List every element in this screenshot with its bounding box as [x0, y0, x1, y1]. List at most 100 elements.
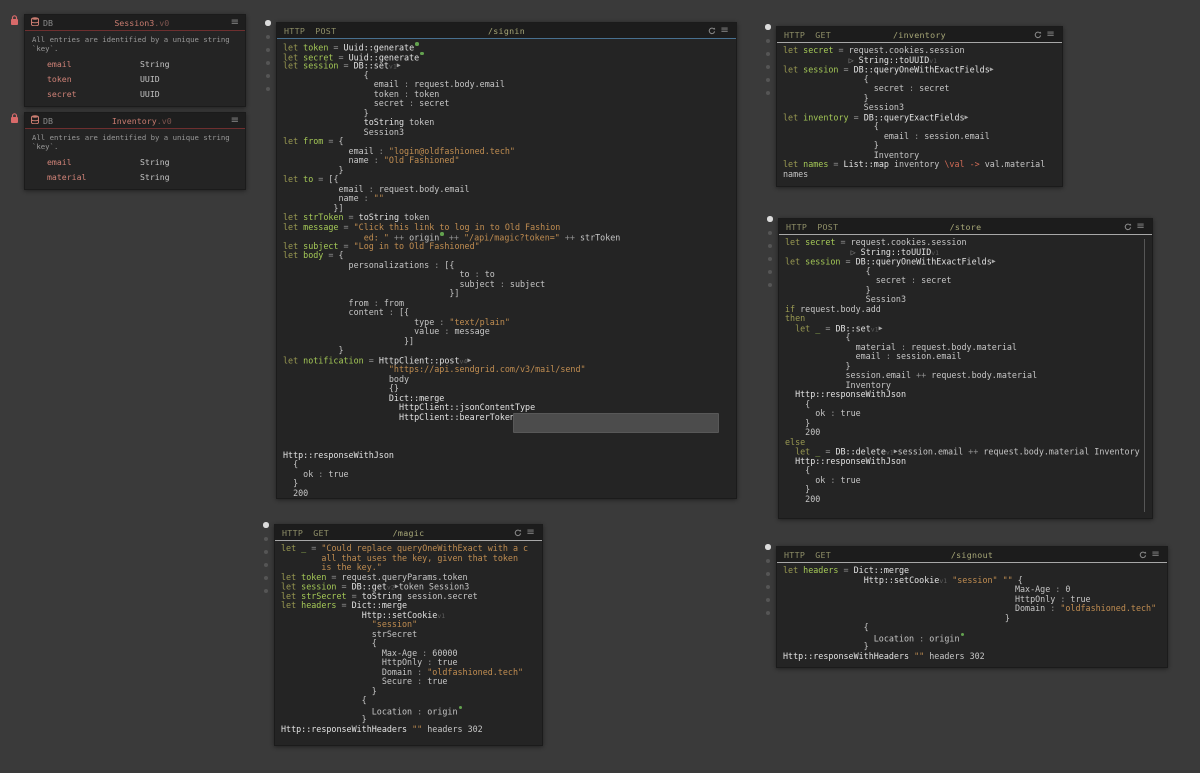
code-line: }	[785, 485, 1146, 495]
scrollbar[interactable]	[1144, 239, 1145, 512]
trace-dot[interactable]	[766, 611, 770, 615]
code-token: toString	[359, 212, 399, 222]
code-token: request.queryParams.token	[342, 572, 468, 582]
trace-dot[interactable]	[766, 572, 770, 576]
db-field-type[interactable]: String	[140, 59, 170, 69]
trace-dot[interactable]	[766, 559, 770, 563]
code-token: if	[785, 304, 800, 314]
code-token: :	[1050, 584, 1065, 594]
trace-dot-active[interactable]	[767, 216, 773, 222]
refresh-icon[interactable]	[514, 529, 522, 537]
code-token: Http::responseWithHeaders	[281, 724, 407, 734]
handler-route[interactable]: /signout	[777, 550, 1167, 560]
menu-icon[interactable]: ≡	[720, 27, 729, 35]
menu-icon[interactable]: ≡	[1151, 551, 1160, 559]
code-token: ▶	[397, 61, 401, 69]
refresh-icon[interactable]	[1139, 551, 1147, 559]
handler-route[interactable]: /magic	[275, 528, 542, 538]
trace-dot-active[interactable]	[265, 20, 271, 26]
trace-dot[interactable]	[766, 598, 770, 602]
trace-dot[interactable]	[768, 283, 772, 287]
lock-icon[interactable]	[10, 11, 19, 30]
trace-dot[interactable]	[766, 52, 770, 56]
trace-dot[interactable]	[266, 35, 270, 39]
trace-dot[interactable]	[766, 585, 770, 589]
handler-route[interactable]: /store	[779, 222, 1152, 232]
code-token: :	[439, 326, 454, 336]
trace-dot[interactable]	[264, 589, 268, 593]
code-token: secret	[803, 45, 833, 55]
menu-icon[interactable]: ≡	[1136, 223, 1145, 231]
trace-dot[interactable]	[264, 563, 268, 567]
trace-dot[interactable]	[266, 87, 270, 91]
db-field-type[interactable]: String	[140, 157, 170, 167]
trace-dot[interactable]	[264, 576, 268, 580]
db-field-name[interactable]: secret	[47, 89, 140, 99]
trace-dot[interactable]	[766, 39, 770, 43]
code-token: }	[785, 418, 810, 428]
refresh-icon[interactable]	[1034, 31, 1042, 39]
db-field-name[interactable]: email	[47, 157, 140, 167]
db-field-type[interactable]: String	[140, 172, 170, 182]
db-field-row[interactable]: email String	[25, 154, 245, 169]
db-field-name[interactable]: material	[47, 172, 140, 182]
code-line: Http::responseWithJson	[283, 451, 730, 461]
db-title[interactable]: Inventory.v0	[53, 116, 231, 126]
trace-dot[interactable]	[766, 65, 770, 69]
code-token: "login@oldfashioned.tech"	[389, 146, 515, 156]
trace-dot-active[interactable]	[765, 24, 771, 30]
code-token: {	[338, 136, 343, 146]
db-title[interactable]: Session3.v0	[53, 18, 231, 28]
menu-icon[interactable]: ≡	[526, 529, 535, 537]
lock-icon[interactable]	[10, 109, 19, 128]
menu-icon[interactable]: ≡	[231, 19, 239, 27]
code-token: Http::responseWithJson	[283, 450, 394, 460]
code-token: names	[783, 169, 808, 179]
code-token: :	[434, 317, 449, 327]
code-token	[785, 247, 851, 257]
db-field-row[interactable]: token UUID	[25, 71, 245, 86]
trace-dots	[263, 522, 271, 602]
trace-dot[interactable]	[768, 270, 772, 274]
code-line: Http::responseWithHeaders "" headers 302	[783, 652, 1161, 662]
db-panel-session3: DB Session3.v0 ≡ All entries are identif…	[24, 14, 246, 107]
db-field-row[interactable]: material String	[25, 169, 245, 184]
code-token: :	[412, 667, 427, 677]
db-field-type[interactable]: UUID	[140, 74, 160, 84]
trace-dot[interactable]	[768, 244, 772, 248]
handler-code[interactable]: let _ = "Could replace queryOneWithExact…	[275, 541, 542, 737]
redacted-secret-box[interactable]	[513, 413, 719, 433]
trace-dot[interactable]	[264, 537, 268, 541]
handler-code[interactable]: let secret = request.cookies.session ▷ S…	[777, 43, 1062, 182]
trace-dot[interactable]	[266, 74, 270, 78]
code-token: val.material	[980, 159, 1046, 169]
trace-dot[interactable]	[766, 78, 770, 82]
db-field-type[interactable]: UUID	[140, 89, 160, 99]
code-token: :	[825, 475, 840, 485]
code-line: names	[783, 170, 1056, 180]
code-token: {	[283, 459, 298, 469]
db-field-row[interactable]: secret UUID	[25, 86, 245, 101]
handler-route[interactable]: /signin	[277, 26, 736, 36]
code-token: =	[338, 222, 353, 232]
db-field-row[interactable]: email String	[25, 56, 245, 71]
trace-dot[interactable]	[266, 61, 270, 65]
refresh-icon[interactable]	[1124, 223, 1132, 231]
handler-route[interactable]: /inventory	[777, 30, 1062, 40]
trace-dot[interactable]	[766, 91, 770, 95]
handler-code[interactable]: let secret = request.cookies.session ▷ S…	[779, 235, 1152, 507]
menu-icon[interactable]: ≡	[1046, 31, 1055, 39]
trace-dot[interactable]	[768, 257, 772, 261]
code-token: :	[359, 193, 374, 203]
menu-icon[interactable]: ≡	[231, 117, 239, 125]
trace-dot[interactable]	[266, 48, 270, 52]
trace-dot[interactable]	[264, 550, 268, 554]
handler-code[interactable]: let headers = Dict::merge Http::setCooki…	[777, 563, 1167, 664]
refresh-icon[interactable]	[708, 27, 716, 35]
trace-dot-active[interactable]	[765, 544, 771, 550]
db-field-name[interactable]: token	[47, 74, 140, 84]
trace-dot-active[interactable]	[263, 522, 269, 528]
db-field-name[interactable]: email	[47, 59, 140, 69]
trace-dot[interactable]	[768, 231, 772, 235]
code-token: secret	[283, 98, 404, 108]
